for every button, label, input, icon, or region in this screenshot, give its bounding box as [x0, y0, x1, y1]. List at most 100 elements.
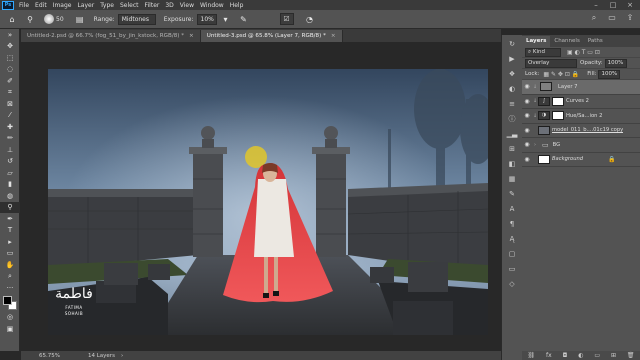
layer-row-layer-7[interactable]: ◉ ↓ Layer 7	[522, 80, 640, 95]
close-icon[interactable]: ×	[622, 0, 638, 10]
3d-icon[interactable]: ◇	[505, 278, 519, 290]
actions-icon[interactable]: ▶	[505, 53, 519, 65]
move-tool-icon[interactable]: ✥	[0, 41, 20, 53]
filter-icons[interactable]: ▣ ◐ T ▭ ⊡	[567, 49, 600, 56]
blur-tool-icon[interactable]: ◍	[0, 190, 20, 202]
eye-icon[interactable]: ◉	[522, 127, 532, 134]
dodge-tool-icon[interactable]: ⚲	[24, 13, 36, 25]
pen-tool-icon[interactable]: ✒	[0, 213, 20, 225]
eye-icon[interactable]: ◉	[522, 141, 532, 148]
menu-type[interactable]: Type	[97, 2, 117, 9]
tab-layers[interactable]: Layers	[522, 36, 551, 47]
link-layers-icon[interactable]: ⛓	[527, 352, 535, 359]
adjustment-layer-icon[interactable]: ◐	[578, 352, 583, 359]
navigator-icon[interactable]: ⊞	[505, 143, 519, 155]
menu-layer[interactable]: Layer	[74, 2, 97, 9]
layer-row-background[interactable]: ◉ Background 🔒	[522, 153, 640, 167]
brush-panel-icon[interactable]: ▤	[74, 13, 86, 25]
new-layer-icon[interactable]: ⊞	[611, 352, 616, 359]
swatches-icon[interactable]: ▦	[505, 173, 519, 185]
tab-untitled-3[interactable]: Untitled-3.psd @ 65.8% (Layer 7, RGB/8) …	[200, 30, 343, 42]
airbrush-icon[interactable]: ✎	[238, 13, 250, 25]
collapse-icon[interactable]: »	[0, 29, 20, 41]
eraser-tool-icon[interactable]: ▱	[0, 167, 20, 179]
history-icon[interactable]: ↻	[505, 38, 519, 50]
character-icon[interactable]: A	[505, 203, 519, 215]
lock-icons[interactable]: ▦ ✎ ✥ ⊡ 🔒	[543, 71, 579, 78]
properties-icon[interactable]: ≡	[505, 98, 519, 110]
photoshop-logo[interactable]: Ps	[2, 0, 14, 10]
tab-channels[interactable]: Channels	[550, 36, 583, 47]
quick-select-tool-icon[interactable]: ✐	[0, 75, 20, 87]
healing-brush-tool-icon[interactable]: ✚	[0, 121, 20, 133]
menu-file[interactable]: File	[16, 2, 32, 9]
adjustments-icon[interactable]: ◐	[505, 83, 519, 95]
share-icon[interactable]: ⇪	[624, 13, 636, 25]
layer-row-hue-saturation-2[interactable]: ◉ ↓ ◑ Hue/Sa...ion 2	[522, 109, 640, 124]
menu-select[interactable]: Select	[117, 2, 142, 9]
maximize-icon[interactable]: □	[605, 0, 621, 10]
menu-view[interactable]: View	[177, 2, 197, 9]
histogram-icon[interactable]: ▁▃	[505, 128, 519, 140]
crop-tool-icon[interactable]: ⌗	[0, 87, 20, 99]
document-canvas[interactable]: فاطمة FATIMA SOHAIB	[48, 69, 488, 335]
eye-icon[interactable]: ◉	[522, 98, 532, 105]
opacity-input[interactable]: 100%	[604, 58, 627, 68]
tab-close-icon[interactable]: ×	[331, 33, 336, 39]
frame-tool-icon[interactable]: ⊠	[0, 98, 20, 110]
range-select[interactable]: Midtones	[117, 13, 156, 25]
tab-close-icon[interactable]: ×	[189, 33, 194, 39]
foreground-color-swatch[interactable]	[3, 295, 12, 305]
brush-preview[interactable]	[44, 14, 54, 24]
zoom-tool-icon[interactable]: ⌕	[0, 271, 20, 283]
brushes-icon[interactable]: ✎	[505, 188, 519, 200]
glyphs-icon[interactable]: Ą	[505, 233, 519, 245]
chevron-down-icon[interactable]: ▾	[220, 13, 232, 25]
home-icon[interactable]: ⌂	[6, 13, 18, 25]
fx-icon[interactable]: fx	[546, 352, 552, 359]
shape-tool-icon[interactable]: ▭	[0, 248, 20, 260]
layer-row-curves-2[interactable]: ◉ ↓ ∫ Curves 2	[522, 95, 640, 109]
search-icon[interactable]: ⌕	[588, 13, 600, 25]
libraries-icon[interactable]: ❖	[505, 68, 519, 80]
menu-filter[interactable]: Filter	[142, 2, 163, 9]
fill-input[interactable]: 100%	[598, 69, 621, 79]
history-brush-tool-icon[interactable]: ↺	[0, 156, 20, 168]
pressure-icon[interactable]: ◔	[304, 13, 316, 25]
tab-paths[interactable]: Paths	[584, 36, 607, 47]
dodge-tool-icon[interactable]: ⚲	[0, 201, 20, 213]
layer-row-bg-group[interactable]: ◉ › ▭ BG	[522, 138, 640, 153]
menu-image[interactable]: Image	[50, 2, 75, 9]
zoom-level[interactable]: 65.75%	[39, 353, 60, 359]
clone-stamp-tool-icon[interactable]: ⊥	[0, 144, 20, 156]
timeline-icon[interactable]: ▭	[505, 263, 519, 275]
hand-tool-icon[interactable]: ✋	[0, 259, 20, 271]
more-tools-icon[interactable]: ···	[0, 282, 20, 294]
canvas-area[interactable]: فاطمة FATIMA SOHAIB	[21, 42, 501, 351]
protect-tones-button[interactable]: ☑	[279, 13, 294, 25]
chevron-right-icon[interactable]: ›	[121, 353, 123, 359]
tab-untitled-2[interactable]: Untitled-2.psd @ 66.7% (fog_51_by_jin_ks…	[21, 30, 201, 42]
menu-help[interactable]: Help	[227, 2, 247, 9]
gradient-tool-icon[interactable]: ▮	[0, 179, 20, 191]
screen-mode-icon[interactable]: ▣	[0, 323, 20, 335]
eyedropper-tool-icon[interactable]: ⁄	[0, 110, 20, 122]
quick-mask-icon[interactable]: ◎	[0, 312, 20, 324]
minimize-icon[interactable]: –	[588, 0, 604, 10]
delete-layer-icon[interactable]: 🗑	[627, 352, 635, 359]
menu-edit[interactable]: Edit	[32, 2, 50, 9]
eye-icon[interactable]: ◉	[522, 112, 532, 119]
color-icon[interactable]: ◧	[505, 158, 519, 170]
chevron-right-icon[interactable]: ›	[532, 142, 538, 148]
eye-icon[interactable]: ◉	[522, 83, 532, 90]
marquee-tool-icon[interactable]: ⬚	[0, 52, 20, 64]
exposure-input[interactable]: 10%	[196, 13, 217, 25]
paragraph-icon[interactable]: ¶	[505, 218, 519, 230]
menu-window[interactable]: Window	[197, 2, 227, 9]
add-mask-icon[interactable]: ◘	[563, 352, 568, 359]
blend-mode-select[interactable]: Overlay	[525, 58, 577, 68]
styles-icon[interactable]: ▢	[505, 248, 519, 260]
eye-icon[interactable]: ◉	[522, 156, 532, 163]
brush-tool-icon[interactable]: ✏	[0, 133, 20, 145]
color-swatches[interactable]	[0, 294, 20, 312]
